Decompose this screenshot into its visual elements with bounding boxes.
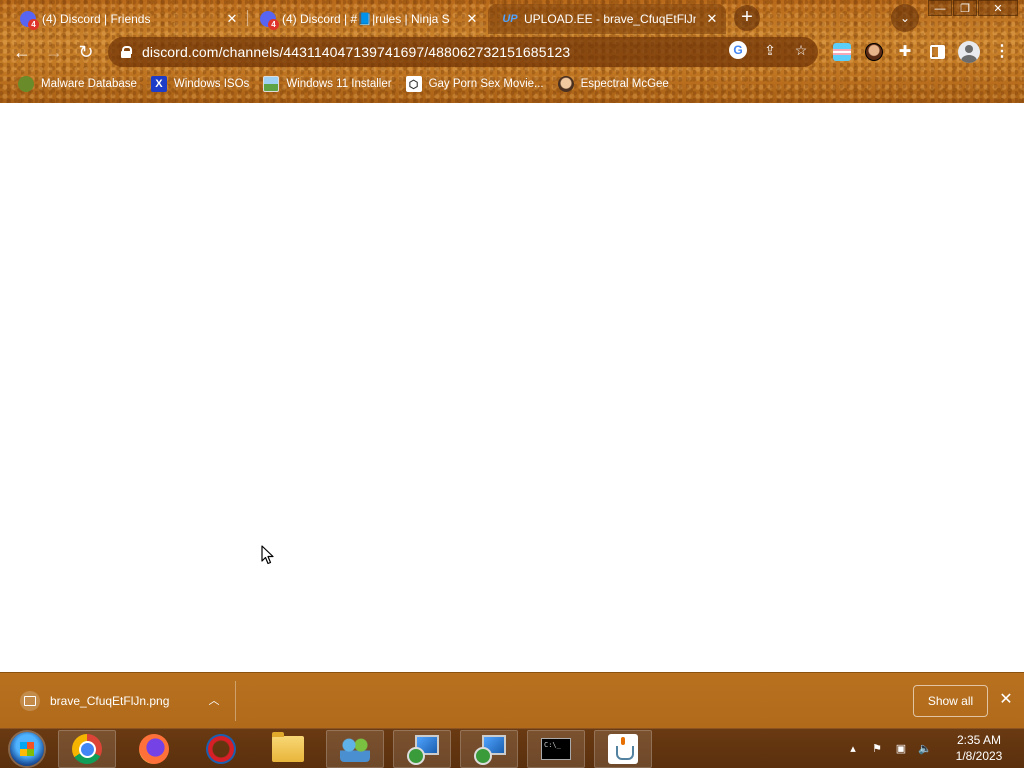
url-text: discord.com/channels/443114047139741697/… [142, 44, 571, 60]
monitor-icon [474, 735, 506, 765]
taskbar-java[interactable] [594, 730, 652, 768]
close-tab-icon[interactable]: ✕ [464, 11, 480, 27]
monitor-icon [407, 735, 439, 765]
bookmark-label: Espectral McGee [580, 78, 669, 90]
forward-button[interactable]: → [41, 39, 67, 65]
volume-icon[interactable]: 🔈 [916, 740, 934, 758]
tab-discord-rules[interactable]: 4 (4) Discord | #📘|rules | Ninja S ✕ [246, 4, 486, 34]
java-icon [608, 734, 638, 764]
bookmark-label: Windows 11 Installer [286, 78, 392, 90]
tab-search-button[interactable]: ⌄ [891, 4, 919, 32]
bookmark-malware-database[interactable]: Malware Database [14, 72, 145, 96]
download-item[interactable]: brave_CfuqEtFlJn.png ︿ [8, 681, 236, 721]
close-shelf-icon[interactable]: ✕ [997, 691, 1015, 709]
firefox-icon [139, 734, 169, 764]
network-icon[interactable]: ▣ [892, 740, 910, 758]
windows-start-icon [10, 732, 44, 766]
cube-icon: ⬡ [405, 76, 422, 92]
discord-icon: 4 [260, 11, 279, 30]
google-lens-icon[interactable]: G [729, 41, 747, 59]
taskbar-people-app[interactable] [326, 730, 384, 768]
tab-discord-friends[interactable]: 4 (4) Discord | Friends ✕ [6, 4, 246, 34]
clock-date: 1/8/2023 [955, 749, 1003, 763]
tab-title: (4) Discord | #📘|rules | Ninja S [282, 12, 450, 26]
bookmark-label: Windows ISOs [173, 78, 250, 90]
taskbar-opera[interactable] [192, 730, 250, 768]
chrome-icon [72, 734, 102, 764]
discord-icon: 4 [20, 11, 39, 30]
tab-upload-ee[interactable]: UP UPLOAD.EE - brave_CfuqEtFlJn.p ✕ [488, 4, 726, 34]
page-content[interactable] [0, 103, 1024, 672]
tab-title: (4) Discord | Friends [42, 12, 151, 26]
close-tab-icon[interactable]: ✕ [704, 11, 720, 27]
action-center-flag-icon[interactable]: ⚑ [868, 740, 886, 758]
clock-time: 2:35 AM [956, 733, 1002, 747]
download-shelf: brave_CfuqEtFlJn.png ︿ Show all ✕ [0, 672, 1024, 728]
address-bar[interactable]: discord.com/channels/443114047139741697/… [108, 37, 818, 67]
menu-kebab-icon[interactable]: ⋮ [994, 42, 1010, 62]
system-tray: ▴ ⚑ ▣ 🔈 [844, 729, 940, 768]
taskbar-command-prompt[interactable]: C:\_ [527, 730, 585, 768]
malware-database-icon [18, 76, 34, 92]
bookmarks-bar: Malware Database X Windows ISOs Windows … [0, 70, 1024, 98]
side-panel-icon[interactable] [930, 45, 945, 59]
avatar-extension-icon[interactable] [865, 43, 883, 61]
new-tab-button[interactable]: + [734, 5, 760, 31]
taskbar-remote-desktop-2[interactable] [460, 730, 518, 768]
show-all-button[interactable]: Show all [913, 685, 988, 717]
mouse-cursor-icon [261, 545, 274, 565]
image-icon [263, 76, 280, 92]
taskbar-remote-desktop-1[interactable] [393, 730, 451, 768]
notification-badge: 4 [28, 19, 39, 30]
bookmark-star-icon[interactable]: ☆ [792, 41, 810, 59]
share-icon[interactable]: ⇪ [761, 41, 779, 59]
close-window-button[interactable]: ✕ [978, 0, 1018, 16]
reload-button[interactable]: ↻ [73, 39, 99, 65]
trans-flag-extension-icon[interactable] [833, 43, 851, 61]
tab-title: UPLOAD.EE - brave_CfuqEtFlJn.p [524, 12, 696, 26]
extensions-puzzle-icon[interactable]: ✚ [896, 43, 914, 61]
profile-avatar-icon[interactable] [958, 41, 980, 63]
toolbar: ← → ↻ discord.com/channels/4431140471397… [0, 34, 1024, 70]
taskbar-firefox[interactable] [125, 730, 183, 768]
back-button[interactable]: ← [9, 39, 35, 65]
command-prompt-icon: C:\_ [541, 738, 571, 760]
face-icon [557, 76, 574, 92]
notification-badge: 4 [268, 19, 279, 30]
download-file-name: brave_CfuqEtFlJn.png [50, 694, 170, 708]
people-icon [340, 736, 370, 762]
tab-strip: 4 (4) Discord | Friends ✕ 4 (4) Discord … [0, 0, 1024, 34]
bookmark-windows-isos[interactable]: X Windows ISOs [147, 72, 257, 96]
bookmark-windows-11-installer[interactable]: Windows 11 Installer [259, 72, 399, 96]
restore-button[interactable]: ❐ [953, 0, 977, 16]
chevron-up-icon[interactable]: ▴ [844, 740, 862, 758]
browser-chrome: 4 (4) Discord | Friends ✕ 4 (4) Discord … [0, 0, 1024, 103]
upload-ee-icon: UP [502, 13, 518, 25]
opera-icon [206, 734, 236, 764]
bookmark-label: Malware Database [41, 78, 137, 90]
chevron-up-icon[interactable]: ︿ [206, 693, 222, 709]
bookmark-espectral-mcgee[interactable]: Espectral McGee [554, 72, 677, 96]
x-icon: X [150, 76, 167, 92]
bookmark-movie[interactable]: ⬡ Gay Porn Sex Movie... [402, 72, 552, 96]
clock[interactable]: 2:35 AM 1/8/2023 [944, 732, 1014, 766]
close-tab-icon[interactable]: ✕ [224, 11, 240, 27]
bookmark-label: Gay Porn Sex Movie... [428, 78, 544, 90]
taskbar: C:\_ ▴ ⚑ ▣ 🔈 2:35 AM 1/8/2023 [0, 728, 1024, 768]
taskbar-file-explorer[interactable] [259, 730, 317, 768]
folder-icon [272, 732, 304, 762]
lock-icon[interactable] [121, 46, 132, 58]
minimize-button[interactable]: — [928, 0, 952, 16]
image-file-icon [20, 691, 40, 711]
start-button[interactable] [0, 730, 54, 768]
taskbar-chrome[interactable] [58, 730, 116, 768]
